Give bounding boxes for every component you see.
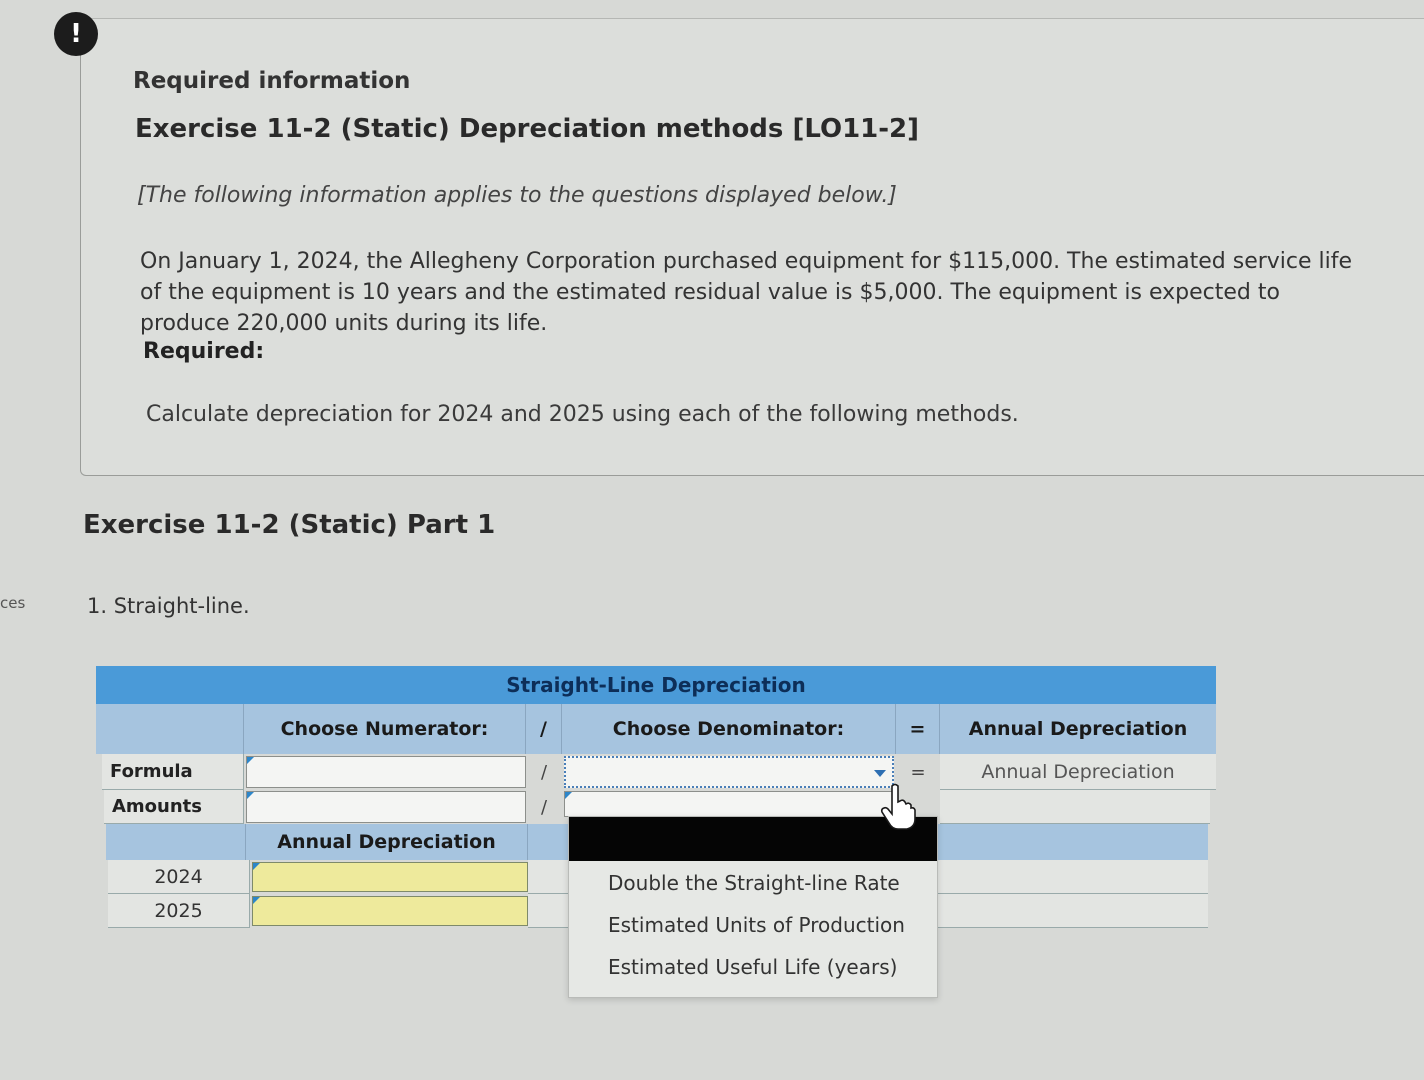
problem-paragraph: On January 1, 2024, the Allegheny Corpor… xyxy=(140,249,1353,336)
dropdown-option-double-rate[interactable]: Double the Straight-line Rate xyxy=(608,871,900,895)
required-label: Required: xyxy=(143,339,265,364)
formula-numerator-dropdown[interactable] xyxy=(246,756,526,788)
dropdown-option-units-production[interactable]: Estimated Units of Production xyxy=(608,913,905,937)
denominator-header: Choose Denominator: xyxy=(562,704,896,754)
sidebar-fragment: ces xyxy=(0,594,26,612)
depreciation-2024-input[interactable] xyxy=(252,862,528,892)
equals-header: = xyxy=(896,704,940,754)
formula-row-label: Formula xyxy=(102,754,244,790)
input-marker-icon xyxy=(247,792,254,799)
question-label: 1. Straight-line. xyxy=(87,594,250,618)
input-marker-icon xyxy=(247,757,254,764)
dropdown-option-useful-life[interactable]: Estimated Useful Life (years) xyxy=(608,955,897,979)
formula-result: Annual Depreciation xyxy=(940,754,1216,790)
info-note: [The following information applies to th… xyxy=(137,183,897,208)
amounts-divide: / xyxy=(540,796,548,818)
amounts-result xyxy=(940,790,1210,824)
exercise-title: Exercise 11-2 (Static) Depreciation meth… xyxy=(135,114,920,144)
part-title: Exercise 11-2 (Static) Part 1 xyxy=(83,510,496,540)
amounts-denominator-input[interactable] xyxy=(564,791,894,817)
depreciation-2025-input[interactable] xyxy=(252,896,528,926)
numerator-header: Choose Numerator: xyxy=(244,704,526,754)
divide-header: / xyxy=(526,704,562,754)
formula-divide: / xyxy=(540,761,548,783)
required-info-label: Required information xyxy=(133,68,411,94)
hand-cursor-icon xyxy=(880,783,916,830)
input-marker-icon xyxy=(565,792,572,799)
formula-denominator-dropdown[interactable] xyxy=(564,756,894,788)
input-marker-icon xyxy=(253,897,260,904)
annual-depreciation-header: Annual Depreciation xyxy=(246,824,528,860)
alert-icon: ! xyxy=(54,12,98,56)
year-2024-label: 2024 xyxy=(108,860,250,894)
header-blank xyxy=(96,704,244,754)
chevron-down-icon[interactable] xyxy=(874,770,886,777)
amounts-numerator-input[interactable] xyxy=(246,791,526,823)
annual-header-blank xyxy=(106,824,246,860)
amounts-row-label: Amounts xyxy=(104,790,244,824)
result-header: Annual Depreciation xyxy=(940,704,1216,754)
table-title: Straight-Line Depreciation xyxy=(96,666,1216,704)
denominator-dropdown-menu: Double the Straight-line Rate Estimated … xyxy=(568,816,938,998)
year-2025-label: 2025 xyxy=(108,894,250,928)
input-marker-icon xyxy=(253,863,260,870)
instruction-text: Calculate depreciation for 2024 and 2025… xyxy=(146,402,1019,427)
